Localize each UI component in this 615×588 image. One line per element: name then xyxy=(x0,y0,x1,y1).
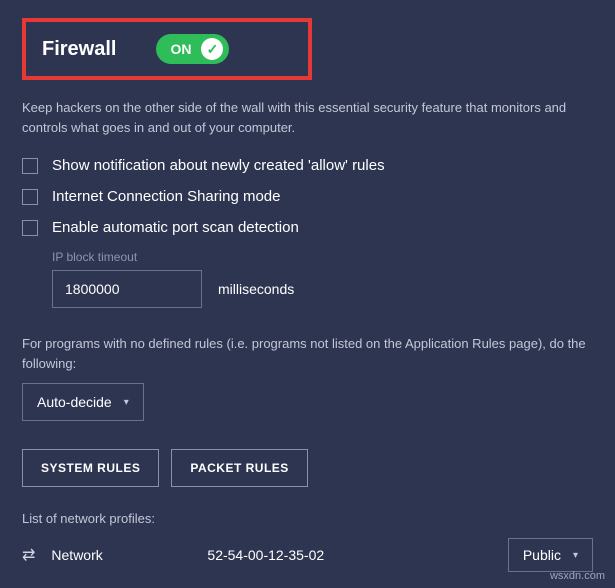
packet-rules-button[interactable]: PACKET RULES xyxy=(171,449,307,487)
network-profile-row: ⇄ Network 52-54-00-12-35-02 Public ▾ xyxy=(22,538,593,572)
chevron-down-icon: ▾ xyxy=(124,397,129,408)
checkbox-notification[interactable] xyxy=(22,158,38,174)
ip-block-unit: milliseconds xyxy=(218,281,294,297)
rule-buttons-row: SYSTEM RULES PACKET RULES xyxy=(22,449,593,487)
profile-type-select[interactable]: Public ▾ xyxy=(508,538,593,572)
watermark-text: wsxdn.com xyxy=(550,570,605,582)
network-icon: ⇄ xyxy=(22,545,35,565)
toggle-state-label: ON xyxy=(170,41,191,57)
check-icon: ✓ xyxy=(207,41,219,58)
ip-block-input[interactable] xyxy=(52,270,202,308)
firewall-header: Firewall ON ✓ xyxy=(22,18,312,80)
checkbox-row-portscan: Enable automatic port scan detection xyxy=(22,219,593,236)
ip-block-group: IP block timeout milliseconds xyxy=(52,250,593,308)
page-title: Firewall xyxy=(42,38,116,61)
select-value: Auto-decide xyxy=(37,394,112,410)
rules-description: For programs with no defined rules (i.e.… xyxy=(22,334,593,373)
checkbox-ics[interactable] xyxy=(22,189,38,205)
system-rules-button[interactable]: SYSTEM RULES xyxy=(22,449,159,487)
checkbox-row-ics: Internet Connection Sharing mode xyxy=(22,188,593,205)
checkbox-label: Internet Connection Sharing mode xyxy=(52,188,280,205)
profile-type-value: Public xyxy=(523,547,561,563)
firewall-toggle[interactable]: ON ✓ xyxy=(156,34,229,64)
profile-mac: 52-54-00-12-35-02 xyxy=(207,547,491,563)
checkbox-label: Show notification about newly created 'a… xyxy=(52,157,385,174)
toggle-knob: ✓ xyxy=(201,38,223,60)
checkbox-label: Enable automatic port scan detection xyxy=(52,219,299,236)
checkbox-row-notification: Show notification about newly created 'a… xyxy=(22,157,593,174)
checkbox-portscan[interactable] xyxy=(22,220,38,236)
description-text: Keep hackers on the other side of the wa… xyxy=(22,98,593,137)
ip-block-label: IP block timeout xyxy=(52,250,593,264)
default-action-select[interactable]: Auto-decide ▾ xyxy=(22,383,144,421)
profiles-label: List of network profiles: xyxy=(22,511,593,526)
profile-name: Network xyxy=(51,547,191,563)
chevron-down-icon: ▾ xyxy=(573,550,578,561)
